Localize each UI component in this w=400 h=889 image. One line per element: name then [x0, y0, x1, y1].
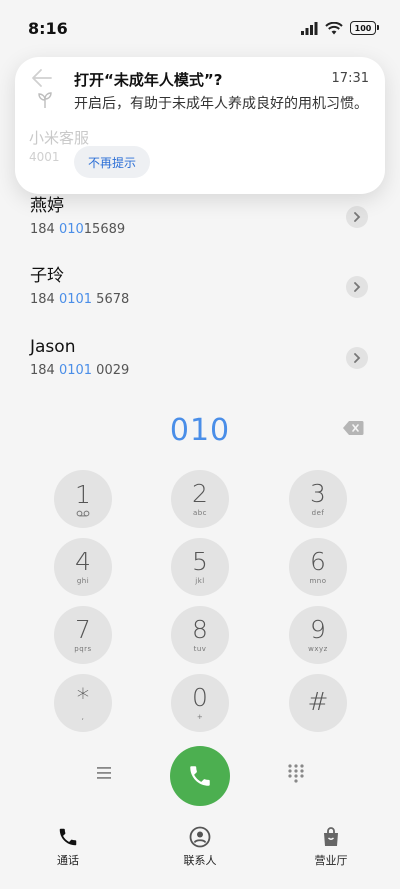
person-icon: [189, 826, 211, 848]
number-prefix: 184: [30, 222, 59, 237]
key-letters: tuv: [193, 644, 207, 653]
key-digit: 0: [192, 682, 208, 712]
obscured-contact-name: 小米客服: [29, 129, 90, 147]
dont-remind-button[interactable]: 不再提示: [74, 146, 151, 178]
call-button[interactable]: [170, 746, 230, 806]
back-arrow-icon: [32, 69, 52, 87]
key-letters: wxyz: [308, 644, 328, 653]
key-letters: def: [311, 508, 325, 517]
chevron-right-icon: [354, 212, 361, 222]
key-digit: 5: [192, 546, 208, 576]
tab-contacts[interactable]: 联系人: [155, 826, 245, 868]
phone-icon: [190, 766, 210, 786]
contact-number: 184 0101 0029: [30, 361, 400, 381]
dialpad-toggle-icon[interactable]: [286, 763, 306, 783]
contact-detail-button[interactable]: [346, 206, 368, 228]
status-time: 8:16: [28, 18, 68, 38]
backspace-icon[interactable]: [342, 420, 364, 436]
key-1[interactable]: 1: [54, 470, 112, 528]
contact-number: 184 0101 5678: [30, 290, 400, 310]
contact-name: 燕婷: [30, 196, 64, 216]
wifi-icon: [325, 21, 343, 34]
key-digit: 8: [192, 614, 208, 644]
tab-business-hall[interactable]: 营业厅: [286, 826, 376, 868]
nav-label: 通话: [57, 854, 79, 867]
key-letters: jkl: [195, 576, 205, 585]
number-rest: 0029: [92, 363, 130, 378]
chevron-right-icon: [354, 282, 361, 292]
key-letters: +: [196, 712, 204, 721]
contact-detail-button[interactable]: [346, 276, 368, 298]
phone-icon: [59, 828, 77, 846]
key-5[interactable]: 5 jkl: [171, 538, 229, 596]
number-rest: 15689: [83, 222, 126, 237]
nav-label: 联系人: [183, 854, 217, 867]
status-icons: 100: [301, 21, 379, 35]
minor-mode-notification[interactable]: 小米客服 4001 打开“未成年人模式”? 17:31 开启后，有助于未成年人养…: [15, 57, 385, 194]
key-digit: 6: [310, 546, 326, 576]
key-letters: mno: [309, 576, 327, 585]
obscured-contact-number: 4001: [29, 150, 60, 164]
contact-number: 184 01015689: [30, 220, 400, 240]
notification-time: 17:31: [331, 71, 369, 86]
contact-name: 子玲: [30, 266, 64, 286]
key-letters: abc: [192, 508, 208, 517]
contact-name: Jason: [30, 337, 76, 357]
nav-label: 营业厅: [314, 854, 348, 867]
key-letters: pqrs: [74, 644, 92, 653]
number-prefix: 184: [30, 363, 59, 378]
voicemail-icon: [76, 510, 90, 516]
key-digit: #: [307, 687, 329, 716]
number-match: 010: [58, 222, 84, 237]
key-3[interactable]: 3 def: [289, 470, 347, 528]
number-match: 0101: [58, 292, 93, 307]
key-letters: ,: [81, 712, 85, 721]
status-bar: 8:16 100: [0, 0, 400, 56]
key-digit: 4: [75, 546, 91, 576]
key-star[interactable]: * ,: [54, 674, 112, 732]
key-2[interactable]: 2 abc: [171, 470, 229, 528]
key-0[interactable]: 0 +: [171, 674, 229, 732]
chevron-right-icon: [354, 353, 361, 363]
bottom-nav: 通话 联系人 营业厅: [0, 822, 400, 889]
key-digit: *: [76, 682, 90, 712]
key-digit: 3: [310, 478, 326, 508]
contact-row[interactable]: 燕婷 184 01015689: [0, 194, 400, 258]
battery-icon: 100: [350, 21, 379, 35]
key-8[interactable]: 8 tuv: [171, 606, 229, 664]
key-9[interactable]: 9 wxyz: [289, 606, 347, 664]
key-letters: ghi: [76, 576, 90, 585]
key-digit: 9: [310, 614, 326, 644]
dialed-number[interactable]: 010: [170, 413, 230, 448]
notification-title: 打开“未成年人模式”?: [74, 71, 223, 89]
key-digit: 7: [75, 614, 91, 644]
number-match: 0101: [58, 363, 93, 378]
shopping-bag-icon: [324, 827, 338, 846]
number-prefix: 184: [30, 292, 59, 307]
notification-body: 开启后，有助于未成年人养成良好的用机习惯。: [74, 96, 368, 112]
signal-icon: [301, 21, 318, 35]
tab-calls[interactable]: 通话: [23, 826, 113, 868]
contact-row[interactable]: Jason 184 0101 0029: [0, 335, 400, 399]
number-rest: 5678: [92, 292, 130, 307]
key-6[interactable]: 6 mno: [289, 538, 347, 596]
contact-row[interactable]: 子玲 184 0101 5678: [0, 264, 400, 328]
menu-icon[interactable]: [94, 763, 116, 783]
contact-detail-button[interactable]: [346, 347, 368, 369]
key-digit: 1: [75, 479, 91, 509]
key-digit: 2: [192, 478, 208, 508]
key-hash[interactable]: #: [289, 674, 347, 732]
sprout-icon: [38, 92, 52, 108]
key-4[interactable]: 4 ghi: [54, 538, 112, 596]
key-7[interactable]: 7 pqrs: [54, 606, 112, 664]
dial-display: 010: [0, 406, 400, 454]
